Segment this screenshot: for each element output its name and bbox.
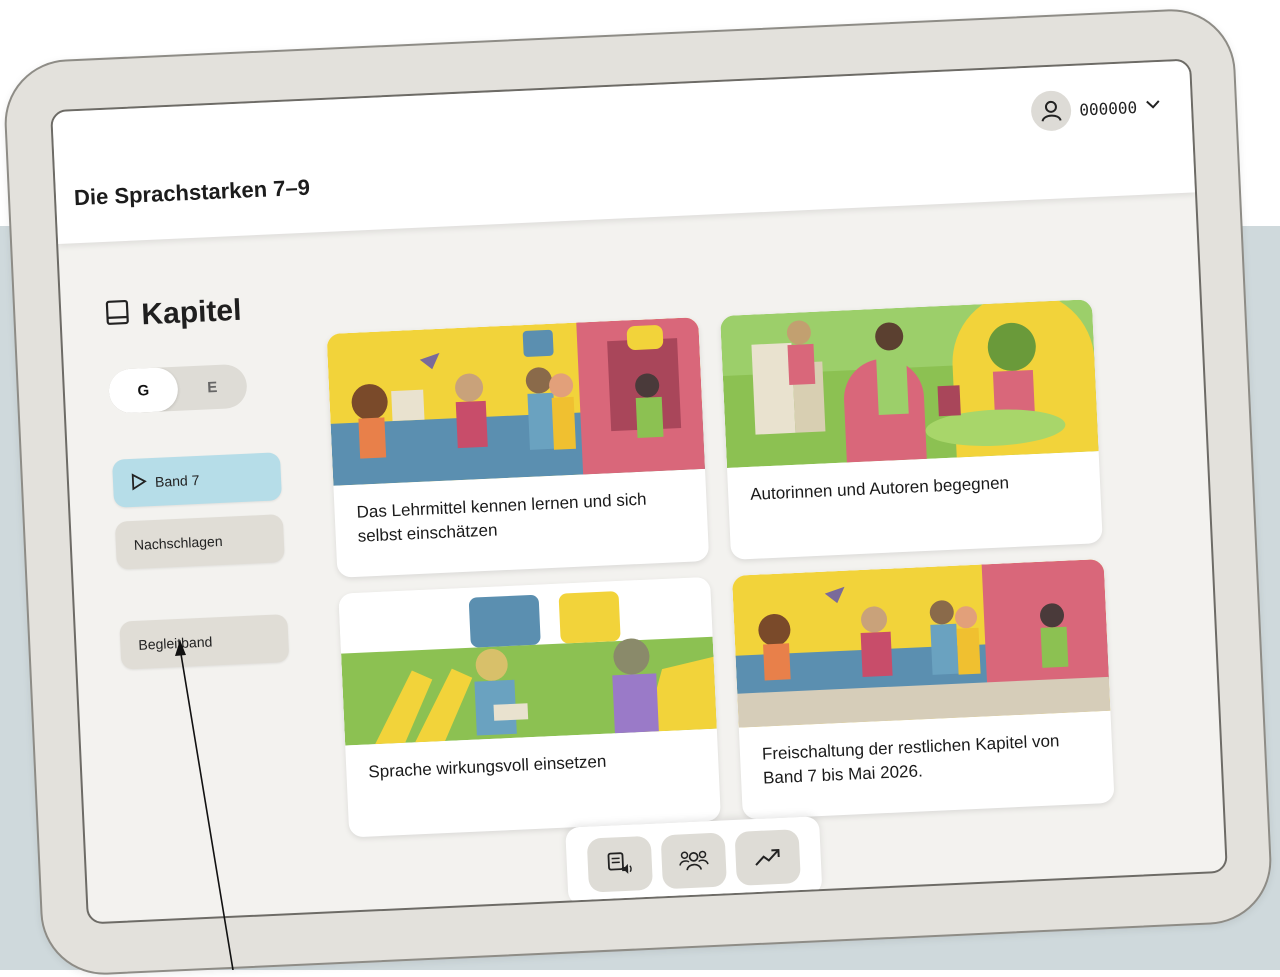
chapter-card-title: Freischaltung der restlichen Kapitel von…: [761, 728, 1093, 791]
app-screen: Die Sprachstarken 7–9 000000: [50, 58, 1228, 924]
tool-dock: [565, 816, 822, 905]
play-icon: [131, 472, 148, 494]
chapter-illustration: [338, 577, 717, 746]
chapter-illustration: [732, 559, 1111, 728]
tablet-device: Die Sprachstarken 7–9 000000: [2, 7, 1274, 977]
user-id[interactable]: 000000: [1079, 97, 1138, 119]
sidebar-item-label: Begleitband: [138, 633, 213, 652]
text-to-speech-icon[interactable]: [587, 836, 653, 893]
chapter-card-title: Das Lehrmittel kennen lernen und sich se…: [356, 486, 688, 549]
user-menu[interactable]: 000000: [1030, 86, 1161, 132]
trend-arrow-icon[interactable]: [735, 829, 801, 886]
level-toggle[interactable]: G E: [108, 364, 248, 414]
chapter-card-4[interactable]: Freischaltung der restlichen Kapitel von…: [732, 559, 1115, 820]
chapter-card-1[interactable]: Das Lehrmittel kennen lernen und sich se…: [327, 317, 710, 578]
chapter-card-3[interactable]: Sprache wirkungsvoll einsetzen: [338, 577, 721, 838]
chapter-card-2[interactable]: Autorinnen und Autoren begegnen: [720, 299, 1103, 560]
app-title: Die Sprachstarken 7–9: [74, 175, 311, 212]
sidebar-item-label: Band 7: [155, 472, 200, 490]
chapter-illustration: [720, 299, 1099, 468]
section-title: Kapitel: [105, 294, 242, 334]
chapter-card-title: Sprache wirkungsvoll einsetzen: [368, 746, 699, 785]
sidebar-item-begleitband[interactable]: Begleitband: [119, 614, 289, 670]
sidebar-item-label: Nachschlagen: [134, 533, 223, 553]
section-title-label: Kapitel: [141, 294, 242, 333]
chapter-illustration: [327, 317, 706, 486]
people-group-icon[interactable]: [661, 832, 727, 889]
toggle-option-g[interactable]: G: [108, 367, 179, 414]
sidebar-item-band-7[interactable]: Band 7: [112, 452, 282, 508]
sidebar-item-nachschlagen[interactable]: Nachschlagen: [115, 514, 285, 570]
toggle-option-e[interactable]: E: [177, 364, 248, 411]
user-icon[interactable]: [1030, 90, 1072, 132]
book-icon: [105, 299, 131, 334]
chapter-card-title: Autorinnen und Autoren begegnen: [750, 468, 1081, 507]
chevron-down-icon[interactable]: [1145, 97, 1162, 116]
